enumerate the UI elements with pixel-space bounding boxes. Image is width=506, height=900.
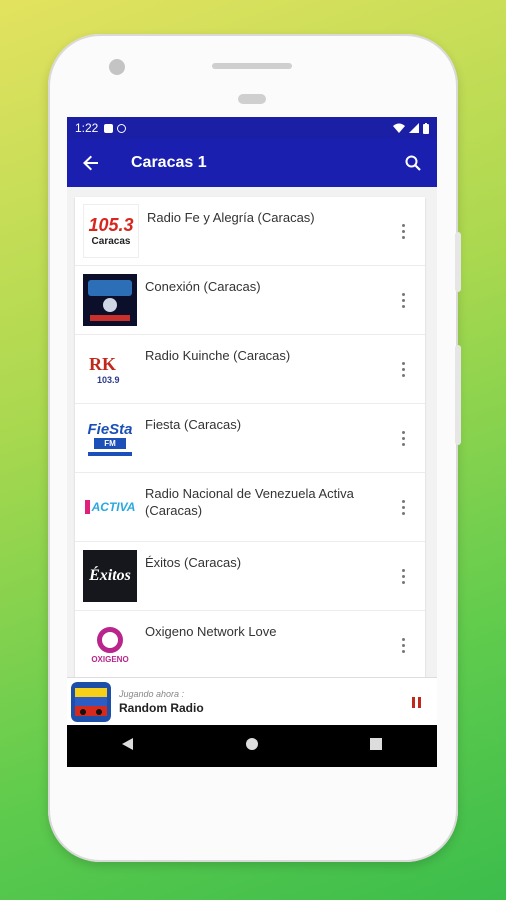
station-name: Éxitos (Caracas) xyxy=(145,555,242,570)
wifi-icon xyxy=(393,123,405,133)
station-name: Conexión (Caracas) xyxy=(145,279,261,294)
phone-speaker xyxy=(212,63,292,69)
station-item[interactable]: 105.3 Caracas Radio Fe y Alegría (Caraca… xyxy=(75,197,425,266)
logo-sub: FM xyxy=(94,437,126,449)
station-name: Radio Nacional de Venezuela Activa (Cara… xyxy=(145,486,354,518)
station-name: Fiesta (Caracas) xyxy=(145,417,242,432)
station-logo-exitos: Éxitos xyxy=(83,550,137,602)
battery-icon xyxy=(423,122,429,134)
pause-icon[interactable] xyxy=(412,696,421,708)
station-name: Oxigeno Network Love xyxy=(145,624,277,639)
station-name: Radio Kuinche (Caracas) xyxy=(145,348,291,363)
logo-sub: 103.9 xyxy=(97,374,120,385)
now-playing-bar[interactable]: Jugando ahora : Random Radio xyxy=(67,677,437,726)
logo-text: RK xyxy=(89,353,116,374)
app-screen: 1:22 Caracas 1 105.3 Caracas Radio Fe y … xyxy=(67,117,437,767)
status-bar: 1:22 xyxy=(67,117,437,139)
more-options-icon[interactable] xyxy=(395,288,411,312)
station-logo-conexion xyxy=(83,274,137,326)
sync-icon xyxy=(117,123,127,133)
front-camera xyxy=(109,59,125,75)
logo-text: ACTIVA xyxy=(84,500,135,514)
logo-text: FieSta xyxy=(87,420,133,438)
page-title: Caracas 1 xyxy=(131,154,207,171)
search-button[interactable] xyxy=(389,155,437,171)
phone-side-button xyxy=(455,232,461,292)
more-options-icon[interactable] xyxy=(395,219,411,243)
more-options-icon[interactable] xyxy=(395,564,411,588)
app-bar: Caracas 1 xyxy=(67,139,437,187)
more-options-icon[interactable] xyxy=(395,633,411,657)
radio-flag-icon xyxy=(71,682,111,722)
logo-text: Éxitos xyxy=(89,567,131,584)
station-logo-kuinche: RK 103.9 xyxy=(83,343,137,395)
phone-volume-button xyxy=(455,345,461,445)
system-nav-bar xyxy=(67,725,437,767)
nav-recents-icon[interactable] xyxy=(369,737,382,755)
more-options-icon[interactable] xyxy=(395,357,411,381)
station-item[interactable]: FieSta FM Fiesta (Caracas) xyxy=(75,404,425,473)
back-button[interactable] xyxy=(67,155,115,171)
notification-icon xyxy=(104,123,114,133)
now-playing-station: Random Radio xyxy=(119,701,204,715)
station-logo-activa: ACTIVA xyxy=(83,481,137,533)
more-options-icon[interactable] xyxy=(395,495,411,519)
station-logo-fe-y-alegria: 105.3 Caracas xyxy=(83,204,139,258)
now-playing-label: Jugando ahora : xyxy=(119,689,185,699)
arrow-back-icon xyxy=(83,155,98,171)
station-item[interactable]: Conexión (Caracas) xyxy=(75,266,425,335)
logo-text: OXIGENO xyxy=(91,654,129,664)
more-options-icon[interactable] xyxy=(395,426,411,450)
station-item[interactable]: RK 103.9 Radio Kuinche (Caracas) xyxy=(75,335,425,404)
station-logo-oxigeno: OXIGENO xyxy=(83,619,137,671)
nav-home-icon[interactable] xyxy=(245,737,259,756)
status-time: 1:22 xyxy=(75,121,99,135)
station-item[interactable]: Éxitos Éxitos (Caracas) xyxy=(75,542,425,611)
station-list: 105.3 Caracas Radio Fe y Alegría (Caraca… xyxy=(75,197,425,679)
logo-text: 105.3 xyxy=(88,215,134,235)
station-item[interactable]: OXIGENO Oxigeno Network Love xyxy=(75,611,425,679)
station-logo-fiesta: FieSta FM xyxy=(83,412,137,464)
station-name: Radio Fe y Alegría (Caracas) xyxy=(147,210,315,225)
search-icon xyxy=(405,155,421,171)
logo-sub: Caracas xyxy=(91,236,131,247)
phone-sensor xyxy=(238,94,266,104)
signal-icon xyxy=(409,123,419,133)
station-item[interactable]: ACTIVA Radio Nacional de Venezuela Activ… xyxy=(75,473,425,542)
nav-back-icon[interactable] xyxy=(122,737,134,755)
